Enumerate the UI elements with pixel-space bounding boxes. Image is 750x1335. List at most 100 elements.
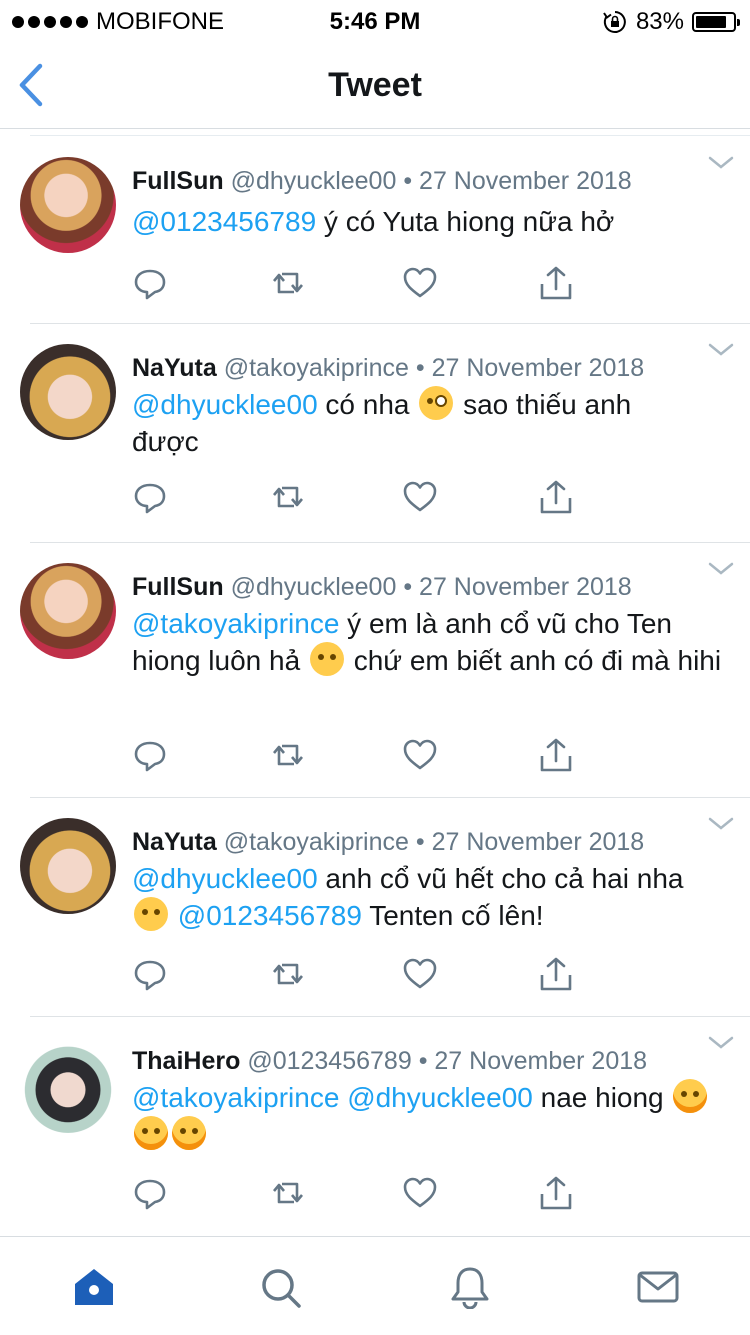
- tweet-actions: [132, 737, 750, 777]
- reply-button[interactable]: [132, 479, 168, 515]
- mention-link[interactable]: @0123456789: [178, 900, 362, 931]
- retweet-button[interactable]: [270, 265, 306, 301]
- like-icon: [403, 1177, 437, 1208]
- like-icon: [403, 958, 437, 989]
- tweet-item[interactable]: NaYuta @takoyakiprince • 27 November 201…: [20, 324, 750, 543]
- chevron-down-icon[interactable]: [708, 1035, 734, 1051]
- reply-icon: [134, 269, 166, 300]
- reply-button[interactable]: [132, 1175, 168, 1211]
- handle: @takoyakiprince: [223, 828, 409, 856]
- mention-link[interactable]: @takoyakiprince: [132, 608, 339, 639]
- share-icon: [540, 957, 572, 991]
- tab-home[interactable]: [72, 1265, 116, 1309]
- retweet-button[interactable]: [270, 479, 306, 515]
- handle: @dhyucklee00: [230, 167, 397, 195]
- tab-search[interactable]: [258, 1265, 302, 1309]
- separator-dot: •: [415, 828, 425, 856]
- messages-icon: [637, 1271, 679, 1303]
- page-title: Tweet: [328, 66, 422, 104]
- chevron-down-icon[interactable]: [708, 342, 734, 358]
- like-button[interactable]: [402, 956, 438, 992]
- mention-link[interactable]: @takoyakiprince: [132, 1082, 339, 1113]
- reply-button[interactable]: [132, 737, 168, 773]
- display-name[interactable]: ThaiHero: [132, 1047, 240, 1075]
- share-button[interactable]: [538, 265, 574, 301]
- handle: @takoyakiprince: [223, 354, 409, 382]
- tweet-text: @0123456789 ý có Yuta hiong nữa hở: [132, 203, 720, 240]
- timestamp: 27 November 2018: [419, 573, 632, 601]
- tweet-header: ThaiHero @0123456789 • 27 November 2018: [132, 1047, 647, 1076]
- tweet-text: @takoyakiprince ý em là anh cổ vũ cho Te…: [132, 605, 730, 679]
- share-icon: [540, 266, 572, 300]
- tweet-item[interactable]: FullSun @dhyucklee00 • 27 November 2018 …: [20, 543, 750, 798]
- share-icon: [540, 738, 572, 772]
- unamused-face-emoji: [134, 897, 168, 931]
- separator-dot: •: [418, 1047, 428, 1075]
- retweet-button[interactable]: [270, 956, 306, 992]
- mention-link[interactable]: @0123456789: [132, 206, 316, 237]
- replies-feed: FullSun @dhyucklee00 • 27 November 2018 …: [0, 129, 750, 1236]
- chevron-down-icon[interactable]: [708, 816, 734, 832]
- face-with-tears-of-joy-emoji: [673, 1079, 708, 1113]
- like-button[interactable]: [402, 479, 438, 515]
- face-with-tears-of-joy-emoji: [172, 1116, 206, 1150]
- battery-fill: [696, 16, 726, 28]
- share-button[interactable]: [538, 956, 574, 992]
- winking-face-with-tongue-emoji: [419, 386, 454, 420]
- like-button[interactable]: [402, 737, 438, 773]
- avatar[interactable]: [20, 563, 116, 659]
- mention-link[interactable]: @dhyucklee00: [347, 1082, 533, 1113]
- separator-dot: •: [403, 573, 413, 601]
- display-name[interactable]: NaYuta: [132, 828, 217, 856]
- timestamp: 27 November 2018: [419, 167, 632, 195]
- display-name[interactable]: NaYuta: [132, 354, 217, 382]
- relieved-face-emoji: [309, 642, 344, 676]
- like-button[interactable]: [402, 1175, 438, 1211]
- avatar[interactable]: [20, 1037, 116, 1133]
- divider: [30, 135, 750, 136]
- mention-link[interactable]: @dhyucklee00: [132, 389, 318, 420]
- display-name[interactable]: FullSun: [132, 573, 224, 601]
- rotation-lock-icon: [603, 11, 626, 33]
- status-right: 83%: [602, 8, 740, 36]
- chevron-down-icon[interactable]: [708, 561, 734, 577]
- search-icon: [262, 1269, 301, 1308]
- tweet-item[interactable]: ThaiHero @0123456789 • 27 November 2018 …: [20, 1017, 750, 1236]
- handle: @dhyucklee00: [230, 573, 397, 601]
- chevron-down-icon[interactable]: [708, 155, 734, 171]
- retweet-button[interactable]: [270, 737, 306, 773]
- home-icon: [75, 1269, 113, 1305]
- like-icon: [403, 739, 437, 770]
- tab-messages[interactable]: [636, 1265, 680, 1309]
- share-button[interactable]: [538, 479, 574, 515]
- handle: @0123456789: [247, 1047, 412, 1075]
- tweet-text-span: ý có Yuta hiong nữa hở: [316, 206, 615, 237]
- battery-icon: [692, 12, 740, 32]
- tweet-text: @takoyakiprince @dhyucklee00 nae hiong: [132, 1079, 710, 1153]
- reply-button[interactable]: [132, 265, 168, 301]
- like-icon: [403, 481, 437, 512]
- tweet-text: @dhyucklee00 anh cổ vũ hết cho cả hai nh…: [132, 860, 690, 934]
- avatar[interactable]: [20, 157, 116, 253]
- status-bar: MOBIFONE 5:46 PM 83%: [0, 0, 750, 40]
- share-button[interactable]: [538, 737, 574, 773]
- reply-button[interactable]: [132, 956, 168, 992]
- tweet-actions: [132, 956, 750, 996]
- tweet-text-span: [170, 900, 178, 931]
- retweet-button[interactable]: [270, 1175, 306, 1211]
- tweet-item[interactable]: NaYuta @takoyakiprince • 27 November 201…: [20, 798, 750, 1017]
- tweet-text-span: Tenten cố lên!: [361, 900, 544, 931]
- tab-notifications[interactable]: [448, 1265, 492, 1310]
- reply-icon: [134, 1179, 166, 1210]
- timestamp: 27 November 2018: [434, 1047, 648, 1075]
- share-button[interactable]: [538, 1175, 574, 1211]
- avatar[interactable]: [20, 344, 116, 440]
- avatar[interactable]: [20, 818, 116, 914]
- battery-percent: 83%: [635, 8, 684, 35]
- tweet-text: @dhyucklee00 có nha sao thiếu anh được: [132, 386, 680, 460]
- display-name[interactable]: FullSun: [132, 167, 224, 195]
- like-button[interactable]: [402, 265, 438, 301]
- mention-link[interactable]: @dhyucklee00: [132, 863, 318, 894]
- tweet-item[interactable]: FullSun @dhyucklee00 • 27 November 2018 …: [20, 129, 750, 324]
- retweet-icon: [273, 1182, 303, 1204]
